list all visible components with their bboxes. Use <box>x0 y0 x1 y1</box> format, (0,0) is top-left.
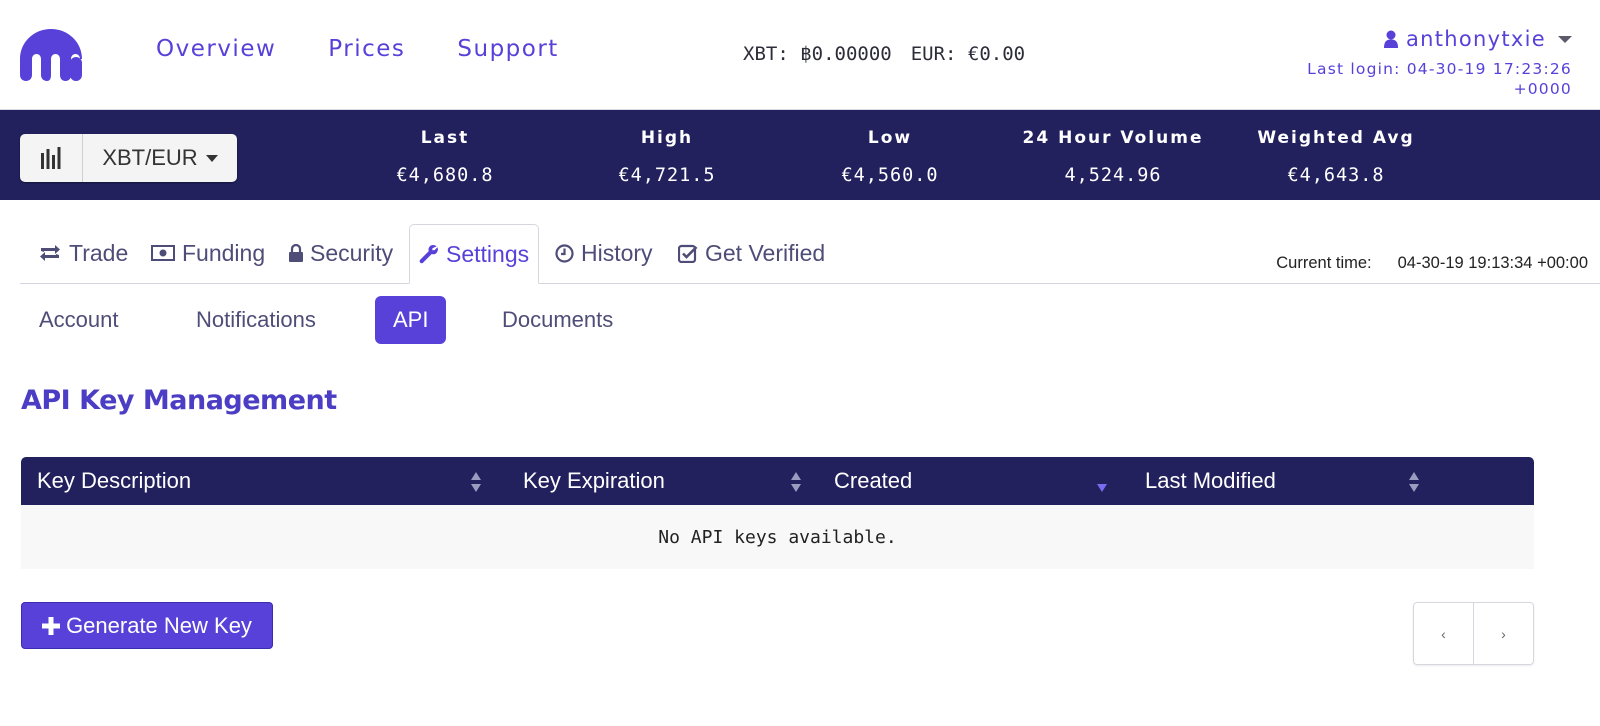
stat-weighted-avg: Weighted Avg €4,643.8 <box>1236 128 1436 186</box>
pair-dropdown[interactable]: XBT/EUR <box>83 134 237 182</box>
stat-label: 24 Hour Volume <box>1022 128 1204 148</box>
next-page-button[interactable]: › <box>1474 603 1533 664</box>
subtab-account[interactable]: Account <box>39 296 119 344</box>
money-icon <box>151 245 175 261</box>
main-tabs: Trade Funding Security Settings History <box>20 224 1600 284</box>
lock-icon <box>289 244 303 262</box>
tab-label: History <box>581 239 653 266</box>
username: anthonytxie <box>1405 27 1546 51</box>
generate-new-key-label: Generate New Key <box>66 612 252 638</box>
clock-icon <box>555 243 574 263</box>
current-time: Current time: 04-30-19 19:13:34 +00:00 <box>1276 254 1588 273</box>
stat-label: Weighted Avg <box>1257 128 1415 148</box>
eur-balance: EUR: €0.00 <box>910 43 1026 65</box>
column-key-expiration[interactable]: Key Expiration <box>523 457 665 505</box>
sort-both-icon[interactable] <box>790 471 802 493</box>
tab-label: Trade <box>69 239 129 266</box>
tab-funding[interactable]: Funding <box>151 224 265 282</box>
check-square-icon <box>678 244 698 263</box>
column-created[interactable]: Created <box>834 457 912 505</box>
ticker-bar: XBT/EUR Last €4,680.8 High €4,721.5 Low … <box>0 110 1600 200</box>
stat-label: Last <box>420 128 470 148</box>
user-icon <box>1383 30 1398 48</box>
stat-value: €4,560.0 <box>841 165 939 186</box>
xbt-balance: XBT: ฿0.00000 <box>743 43 892 65</box>
current-time-value: 04-30-19 19:13:34 +00:00 <box>1397 254 1588 272</box>
stat-value: €4,680.8 <box>396 165 494 186</box>
table-header: Key Description Key Expiration Created L… <box>21 457 1534 505</box>
page-title: API Key Management <box>21 385 337 416</box>
tab-settings[interactable]: Settings <box>409 224 540 284</box>
pair-label: XBT/EUR <box>102 145 198 170</box>
subtab-notifications[interactable]: Notifications <box>196 296 316 344</box>
nav-prices-link[interactable]: Prices <box>328 36 405 62</box>
sort-desc-icon[interactable] <box>1096 471 1108 493</box>
last-login: Last login: 04-30-19 17:23:26 +0000 <box>1307 60 1572 98</box>
stat-low: Low €4,560.0 <box>790 128 990 186</box>
stat-value: €4,721.5 <box>618 165 716 186</box>
pagination: ‹ › <box>1413 602 1534 665</box>
api-keys-table: Key Description Key Expiration Created L… <box>21 457 1534 569</box>
tab-label: Security <box>310 239 394 266</box>
sort-both-icon[interactable] <box>470 471 482 493</box>
stat-label: Low <box>867 128 913 148</box>
balances: XBT: ฿0.00000 EUR: €0.00 <box>743 43 1044 65</box>
stat-high: High €4,721.5 <box>567 128 767 186</box>
user-menu: anthonytxie Last login: 04-30-19 17:23:2… <box>1307 27 1572 99</box>
subtab-api[interactable]: API <box>375 296 447 344</box>
sort-both-icon[interactable] <box>1408 471 1420 493</box>
tab-label: Settings <box>446 240 530 267</box>
stat-label: High <box>640 128 694 148</box>
column-last-modified[interactable]: Last Modified <box>1145 457 1276 505</box>
tab-label: Get Verified <box>705 239 826 266</box>
table-empty-row: No API keys available. <box>21 505 1534 569</box>
nav-overview-link[interactable]: Overview <box>156 36 276 62</box>
previous-page-button[interactable]: ‹ <box>1414 603 1474 664</box>
plus-icon <box>42 616 61 635</box>
swap-icon <box>40 245 60 261</box>
chevron-down-icon <box>1558 35 1572 43</box>
tab-trade[interactable]: Trade <box>38 224 128 282</box>
tab-history[interactable]: History <box>555 224 653 282</box>
wrench-icon <box>419 245 438 264</box>
column-key-description[interactable]: Key Description <box>37 457 191 505</box>
generate-new-key-button[interactable]: Generate New Key <box>21 602 273 649</box>
stat-value: €4,643.8 <box>1287 165 1385 186</box>
nav-support-link[interactable]: Support <box>457 36 558 62</box>
kraken-logo[interactable] <box>20 29 82 81</box>
tab-label: Funding <box>182 239 266 266</box>
chart-button[interactable] <box>20 134 83 182</box>
subtab-documents[interactable]: Documents <box>502 296 613 344</box>
top-header: Overview Prices Support XBT: ฿0.00000 EUR… <box>0 0 1600 110</box>
pair-selector-group: XBT/EUR <box>20 134 237 182</box>
current-time-label: Current time: <box>1276 254 1372 272</box>
top-nav: Overview Prices Support <box>156 36 559 62</box>
user-menu-toggle[interactable]: anthonytxie <box>1307 27 1572 51</box>
stat-volume: 24 Hour Volume 4,524.96 <box>1013 128 1213 186</box>
bar-chart-icon <box>41 147 61 169</box>
tab-security[interactable]: Security <box>289 224 393 282</box>
stat-last: Last €4,680.8 <box>345 128 545 186</box>
tab-get-verified[interactable]: Get Verified <box>678 224 825 282</box>
caret-down-icon <box>205 154 218 162</box>
stat-value: 4,524.96 <box>1064 165 1162 186</box>
